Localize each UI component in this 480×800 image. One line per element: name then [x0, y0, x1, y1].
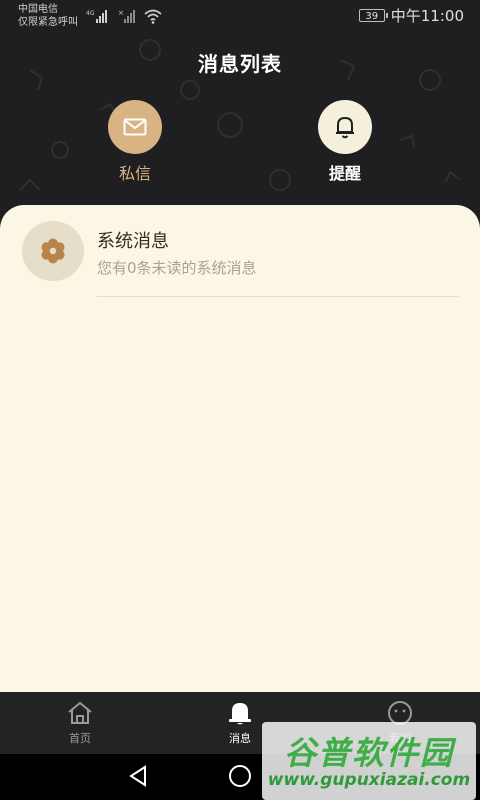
- tab-private-message[interactable]: 私信: [75, 100, 195, 184]
- app-screen: 中国电信 仅限紧急呼叫 4G × 39 中午11:00 消息列表 私信 提醒 系…: [0, 0, 480, 800]
- carrier-info: 中国电信 仅限紧急呼叫: [18, 3, 78, 29]
- watermark-url: www.gupuxiazai.com: [267, 770, 471, 790]
- back-icon[interactable]: [126, 764, 150, 788]
- signal-icons: 4G ×: [86, 6, 162, 24]
- list-item-system-message[interactable]: 系统消息 您有0条未读的系统消息: [0, 219, 480, 299]
- flower-icon: [41, 238, 65, 264]
- bell-icon: [229, 703, 251, 725]
- private-message-circle[interactable]: [108, 100, 162, 154]
- watermark-title: 谷普软件园: [283, 734, 454, 772]
- clock: 中午11:00: [390, 7, 464, 25]
- mail-icon: [123, 118, 147, 136]
- bell-icon: [336, 116, 354, 139]
- message-title: 系统消息: [97, 231, 169, 252]
- nav-home-label: 首页: [69, 732, 91, 745]
- tab-private-label: 私信: [118, 164, 151, 183]
- message-list-panel: 系统消息 您有0条未读的系统消息: [0, 205, 480, 692]
- status-right: 39 中午11:00: [358, 5, 464, 26]
- svg-text:4G: 4G: [86, 10, 95, 17]
- divider: [97, 296, 459, 297]
- system-message-avatar: [22, 221, 84, 281]
- home-button-icon[interactable]: [228, 764, 252, 788]
- tab-reminder-label: 提醒: [328, 164, 361, 183]
- watermark-logo: 谷普软件园 www.gupuxiazai.com: [262, 722, 476, 800]
- reminder-circle[interactable]: [318, 100, 372, 154]
- signal-4g-icon: 4G: [86, 10, 107, 23]
- message-subtitle: 您有0条未读的系统消息: [97, 259, 257, 277]
- svg-text:×: ×: [118, 9, 124, 17]
- signal-no-service-icon: ×: [118, 9, 135, 23]
- emergency-only: 仅限紧急呼叫: [18, 17, 78, 28]
- battery-icon: 39: [358, 9, 388, 22]
- wifi-icon: [144, 9, 162, 24]
- carrier-name: 中国电信: [18, 4, 58, 15]
- nav-home[interactable]: 首页: [30, 698, 130, 746]
- tab-reminder[interactable]: 提醒: [285, 100, 405, 184]
- home-icon: [68, 701, 92, 724]
- page-title: 消息列表: [198, 52, 282, 76]
- status-bar: 中国电信 仅限紧急呼叫 4G × 39 中午11:00: [0, 0, 480, 32]
